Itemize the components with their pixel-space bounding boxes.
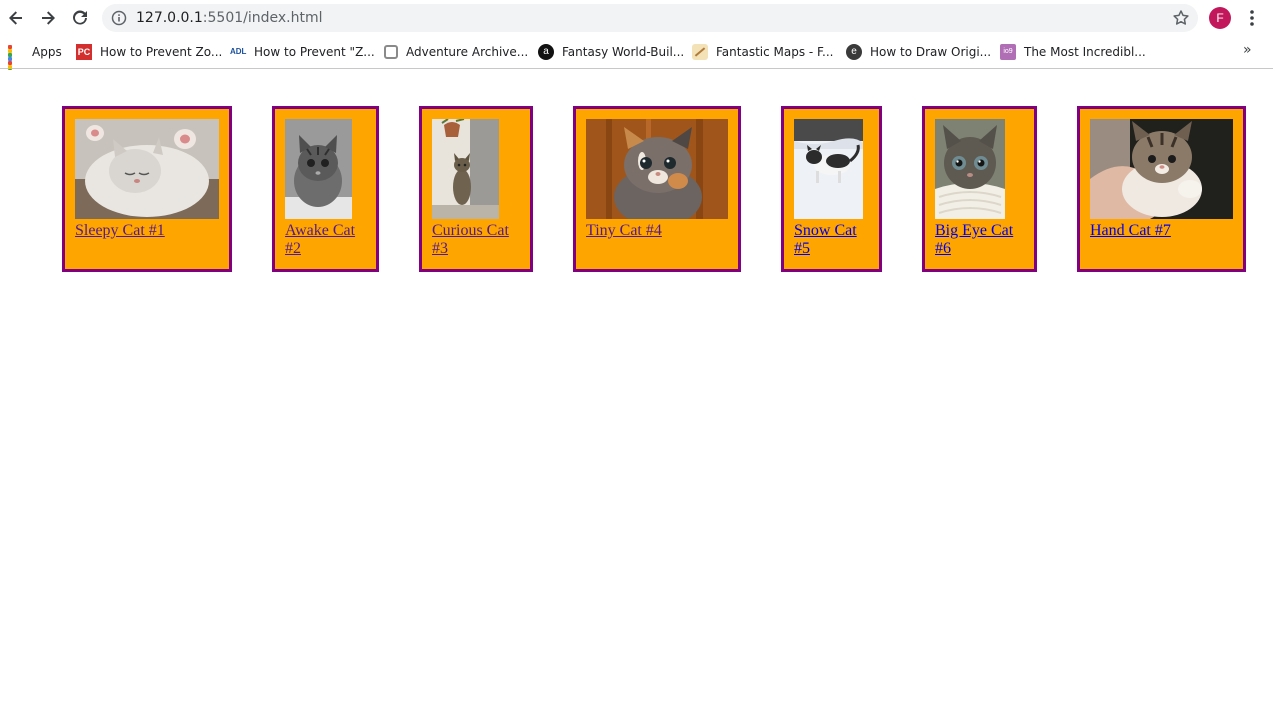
bookmark-label: Apps xyxy=(32,45,62,59)
cat-photo[interactable] xyxy=(586,119,728,219)
bookmark-label: How to Prevent "Z... xyxy=(254,45,375,59)
e-favicon-icon: e xyxy=(846,44,862,60)
bookmarks-bar: Apps PC How to Prevent Zo... ADL How to … xyxy=(0,36,1273,81)
reload-icon xyxy=(73,10,87,25)
hexagon-favicon-icon xyxy=(384,45,398,59)
cat-photo[interactable] xyxy=(1090,119,1233,219)
cat-card: Tiny Cat #4 xyxy=(573,106,741,272)
bookmark-label: The Most Incredibl... xyxy=(1024,45,1146,59)
cat-link[interactable]: Curious Cat #3 xyxy=(432,222,520,258)
bookmark-item[interactable]: PC How to Prevent Zo... xyxy=(76,41,222,63)
chevron-double-right-icon[interactable]: » xyxy=(1243,42,1252,58)
url-text[interactable]: 127.0.0.1:5501/index.html xyxy=(136,4,323,32)
cat-photo[interactable] xyxy=(432,119,499,219)
cat-card: Awake Cat #2 xyxy=(272,106,379,272)
star-icon[interactable] xyxy=(1172,9,1190,27)
url-host: 127.0.0.1 xyxy=(136,10,203,26)
forward-arrow-icon xyxy=(42,11,55,25)
cat-card: Snow Cat #5 xyxy=(781,106,882,272)
bookmark-label: How to Draw Origi... xyxy=(870,45,992,59)
bookmark-label: Adventure Archive... xyxy=(406,45,529,59)
pc-favicon-icon: PC xyxy=(76,44,92,60)
bookmark-label: Fantastic Maps - F... xyxy=(716,45,834,59)
cat-link[interactable]: Awake Cat #2 xyxy=(285,222,366,258)
cat-link[interactable]: Snow Cat #5 xyxy=(794,222,869,258)
cat-card: Big Eye Cat #6 xyxy=(922,106,1037,272)
address-bar[interactable]: 127.0.0.1:5501/index.html xyxy=(102,4,1198,32)
bookmark-item[interactable]: Adventure Archive... xyxy=(384,41,528,63)
cat-photo[interactable] xyxy=(935,119,1005,219)
profile-avatar[interactable]: F xyxy=(1209,7,1231,29)
io9-favicon-icon: io9 xyxy=(1000,44,1016,60)
back-button[interactable] xyxy=(4,6,28,30)
url-path: :5501/index.html xyxy=(202,10,323,26)
reload-button[interactable] xyxy=(68,6,92,30)
bookmark-apps[interactable]: Apps xyxy=(8,41,62,81)
bookmark-item[interactable]: ADL How to Prevent "Z... xyxy=(230,41,375,63)
maps-favicon-icon xyxy=(692,44,708,60)
bookmark-label: How to Prevent Zo... xyxy=(100,45,223,59)
kebab-menu-icon[interactable] xyxy=(1243,8,1261,28)
browser-toolbar: 127.0.0.1:5501/index.html F xyxy=(0,0,1273,36)
cat-link[interactable]: Sleepy Cat #1 xyxy=(75,222,219,240)
adl-favicon-icon: ADL xyxy=(230,47,247,56)
cat-link[interactable]: Hand Cat #7 xyxy=(1090,222,1233,240)
cat-card: Hand Cat #7 xyxy=(1077,106,1246,272)
bookmark-item[interactable]: a Fantasy World-Buil... xyxy=(538,41,684,63)
cat-photo[interactable] xyxy=(75,119,219,219)
back-arrow-icon xyxy=(9,11,22,25)
bookmark-item[interactable]: io9 The Most Incredibl... xyxy=(1000,41,1146,63)
cat-link[interactable]: Big Eye Cat #6 xyxy=(935,222,1024,258)
apps-grid-icon xyxy=(8,44,24,81)
bookmark-item[interactable]: e How to Draw Origi... xyxy=(846,41,991,63)
page-content: Sleepy Cat #1 Awake Cat #2 Curious Cat #… xyxy=(0,70,1273,710)
bookmark-item[interactable]: Fantastic Maps - F... xyxy=(692,41,833,63)
cat-photo[interactable] xyxy=(794,119,863,219)
cat-photo[interactable] xyxy=(285,119,352,219)
info-icon[interactable] xyxy=(111,10,127,26)
forward-button[interactable] xyxy=(36,6,60,30)
amazon-favicon-icon: a xyxy=(538,44,554,60)
cat-card: Sleepy Cat #1 xyxy=(62,106,232,272)
bookmark-label: Fantasy World-Buil... xyxy=(562,45,685,59)
cat-card: Curious Cat #3 xyxy=(419,106,533,272)
cat-link[interactable]: Tiny Cat #4 xyxy=(586,222,728,240)
